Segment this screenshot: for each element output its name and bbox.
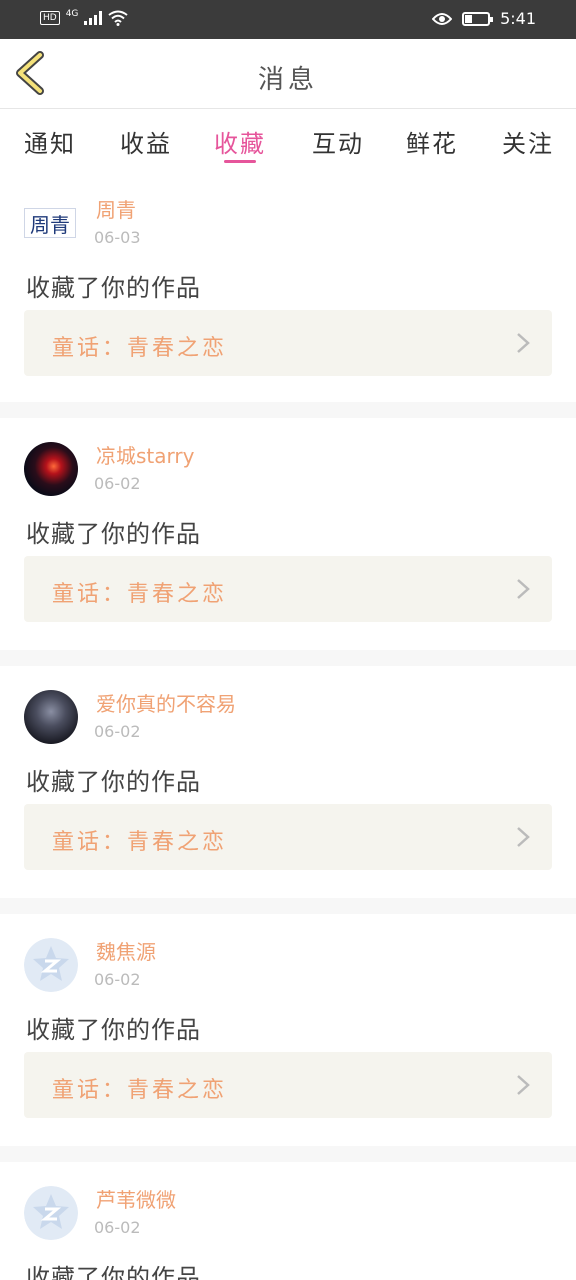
work-title: 童话：青春之恋 <box>52 830 228 855</box>
status-left: HD 4G <box>40 9 129 26</box>
tab-flowers[interactable]: 鲜花 <box>406 124 458 159</box>
list-item: 魏焦源 06-02 收藏了你的作品 童话：青春之恋 <box>0 914 576 1162</box>
avatar-text: 周青 <box>30 212 70 237</box>
list-item: 爱你真的不容易 06-02 收藏了你的作品 童话：青春之恋 <box>0 666 576 914</box>
status-time: 5:41 <box>500 9 536 28</box>
battery-icon <box>462 11 494 26</box>
work-link[interactable]: 童话：青春之恋 <box>24 804 552 870</box>
status-right: 5:41 <box>432 9 536 28</box>
action-text: 收藏了你的作品 <box>26 1264 201 1280</box>
divider <box>0 650 576 666</box>
page-title: 消息 <box>257 65 318 95</box>
work-link[interactable]: 童话：青春之恋 <box>24 310 552 376</box>
tab-interactions[interactable]: 互动 <box>312 124 364 159</box>
active-tab-indicator <box>224 160 256 163</box>
list-item: 凉城starry 06-02 收藏了你的作品 童话：青春之恋 <box>0 418 576 666</box>
eye-icon <box>432 12 453 25</box>
timestamp: 06-02 <box>94 474 141 493</box>
divider <box>0 402 576 418</box>
avatar[interactable] <box>24 690 78 744</box>
work-title: 童话：青春之恋 <box>52 336 228 361</box>
network-type: 4G <box>65 9 79 19</box>
chevron-right-icon <box>517 333 530 353</box>
signal-icon <box>84 11 103 25</box>
username[interactable]: 周青 <box>96 194 136 223</box>
list-item: 周青 周青 06-03 收藏了你的作品 童话：青春之恋 <box>0 172 576 420</box>
tab-favorites[interactable]: 收藏 <box>214 124 266 159</box>
default-avatar-icon[interactable] <box>24 1186 78 1240</box>
divider <box>0 898 576 914</box>
tab-notifications[interactable]: 通知 <box>24 124 76 159</box>
action-text: 收藏了你的作品 <box>26 1016 201 1044</box>
chevron-right-icon <box>517 579 530 599</box>
timestamp: 06-03 <box>94 228 141 247</box>
tab-earnings[interactable]: 收益 <box>120 124 172 159</box>
timestamp: 06-02 <box>94 970 141 989</box>
default-avatar-icon[interactable] <box>24 938 78 992</box>
work-link[interactable]: 童话：青春之恋 <box>24 1052 552 1118</box>
status-bar: HD 4G 5:41 <box>0 0 576 39</box>
username[interactable]: 凉城starry <box>96 440 194 469</box>
list-item: 芦苇微微 06-02 收藏了你的作品 <box>0 1162 576 1280</box>
work-link[interactable]: 童话：青春之恋 <box>24 556 552 622</box>
action-text: 收藏了你的作品 <box>26 520 201 548</box>
avatar[interactable] <box>24 442 78 496</box>
divider <box>0 1146 576 1162</box>
work-title: 童话：青春之恋 <box>52 1078 228 1103</box>
tab-following[interactable]: 关注 <box>502 124 554 159</box>
timestamp: 06-02 <box>94 722 141 741</box>
header: 消息 <box>0 39 576 109</box>
username[interactable]: 爱你真的不容易 <box>96 688 236 717</box>
timestamp: 06-02 <box>94 1218 141 1237</box>
username[interactable]: 魏焦源 <box>96 936 156 965</box>
tab-bar: 通知 收益 收藏 互动 鲜花 关注 <box>0 110 576 172</box>
action-text: 收藏了你的作品 <box>26 274 201 302</box>
username[interactable]: 芦苇微微 <box>96 1184 176 1213</box>
avatar[interactable]: 周青 <box>24 208 76 238</box>
chevron-right-icon <box>517 827 530 847</box>
hd-badge: HD <box>40 11 60 25</box>
chevron-right-icon <box>517 1075 530 1095</box>
wifi-icon <box>108 10 129 26</box>
action-text: 收藏了你的作品 <box>26 768 201 796</box>
work-title: 童话：青春之恋 <box>52 582 228 607</box>
